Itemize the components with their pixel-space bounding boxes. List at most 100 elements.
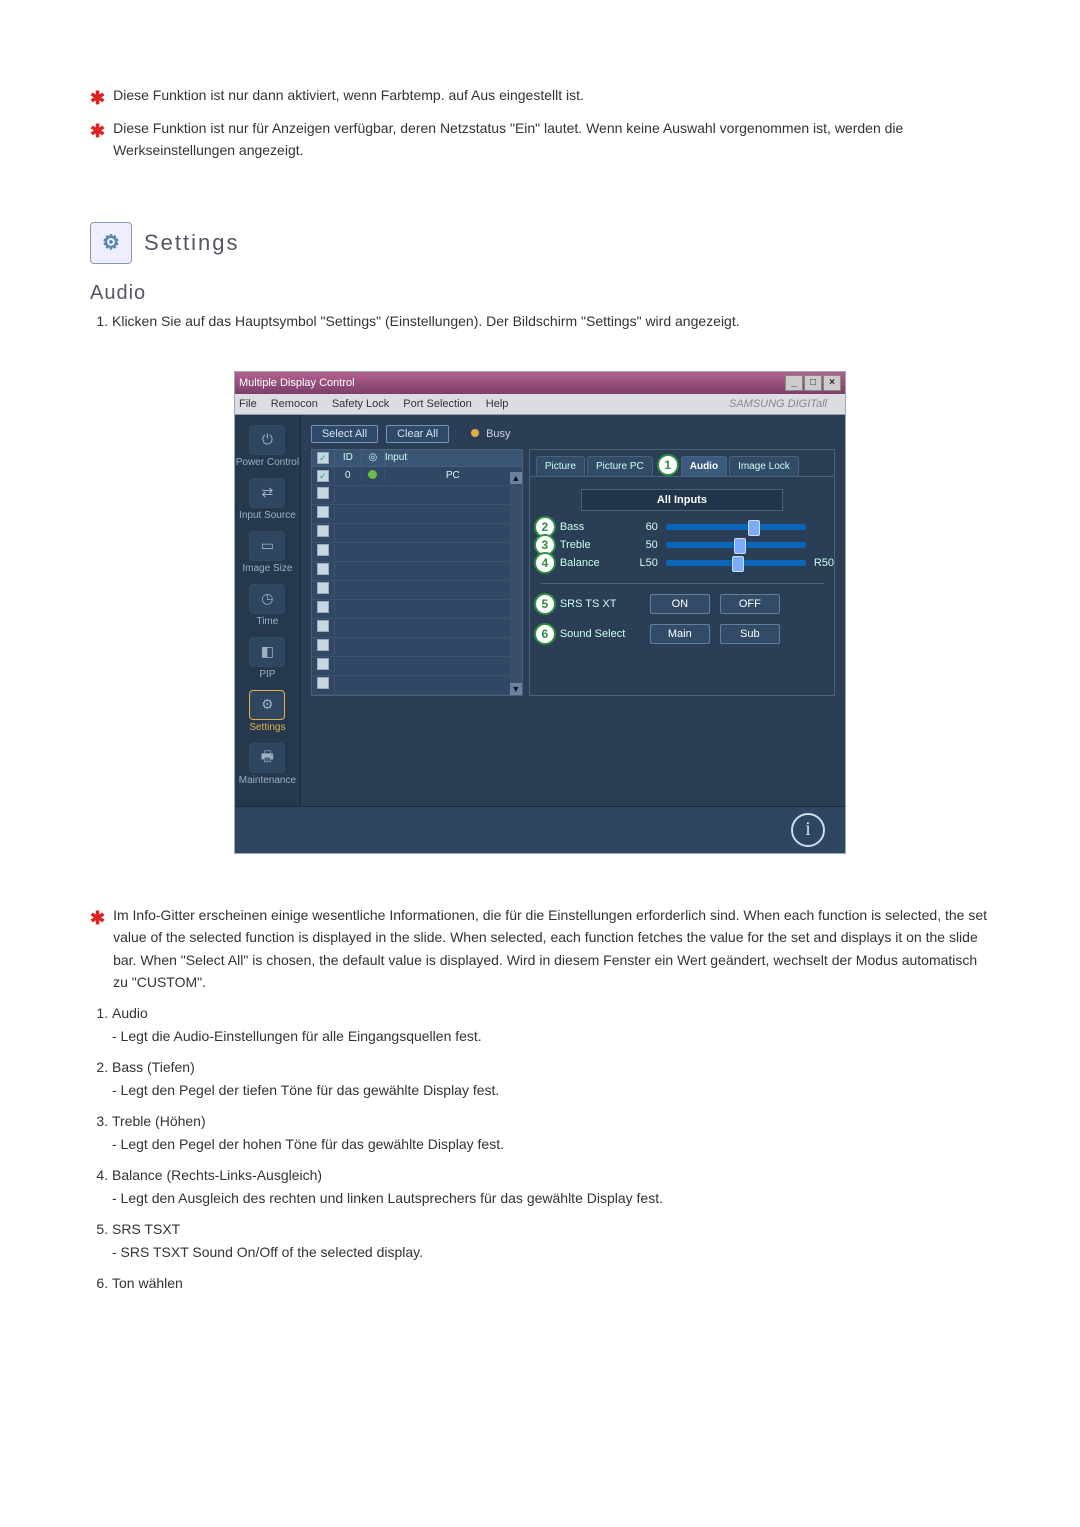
balance-value-left: L50 (632, 557, 658, 569)
tab-picture-pc[interactable]: Picture PC (587, 456, 653, 476)
row-checkbox[interactable] (317, 544, 329, 556)
busy-dot-icon (471, 429, 479, 437)
sidebar-item-settings[interactable]: ⚙ Settings (235, 690, 300, 733)
grid-head-input[interactable]: Input (385, 450, 408, 466)
explain-title: SRS TSXT (112, 1221, 180, 1237)
scroll-up-icon[interactable]: ▲ (510, 472, 522, 484)
slider-handle[interactable] (734, 538, 746, 554)
bass-label: Bass (560, 521, 624, 533)
srs-on-button[interactable]: ON (650, 594, 710, 614)
tab-audio[interactable]: Audio (681, 456, 727, 476)
sidebar-label-settings: Settings (249, 722, 285, 733)
pip-icon: ◧ (249, 637, 285, 667)
time-icon: ◷ (249, 584, 285, 614)
grid-row[interactable] (312, 657, 522, 676)
header-checkbox[interactable] (317, 452, 329, 464)
sidebar-item-image[interactable]: ▭ Image Size (235, 531, 300, 574)
sidebar-label-input: Input Source (239, 510, 296, 521)
sidebar-item-input[interactable]: ⇄ Input Source (235, 478, 300, 521)
callout-5: 5 (534, 593, 556, 615)
tab-row: Picture Picture PC 1 Audio Image Lock (530, 450, 834, 477)
row-checkbox[interactable] (317, 677, 329, 689)
grid-scrollbar[interactable]: ▲ ▼ (510, 472, 522, 695)
grid-row[interactable] (312, 600, 522, 619)
grid-row[interactable] (312, 619, 522, 638)
grid-row[interactable]: 0 PC (312, 467, 522, 486)
sound-sub-button[interactable]: Sub (720, 624, 780, 644)
sidebar: ⏻ Power Control ⇄ Input Source ▭ Image S… (235, 415, 301, 806)
sidebar-item-time[interactable]: ◷ Time (235, 584, 300, 627)
explain-title: Balance (Rechts-Links-Ausgleich) (112, 1167, 322, 1183)
menu-help[interactable]: Help (486, 398, 509, 410)
grid-head-status-icon: ◎ (362, 450, 385, 466)
clear-all-button[interactable]: Clear All (386, 425, 449, 443)
callout-4: 4 (534, 552, 556, 574)
slider-handle[interactable] (732, 556, 744, 572)
maximize-icon[interactable]: □ (804, 375, 822, 391)
input-icon: ⇄ (249, 478, 285, 508)
row-checkbox[interactable] (317, 658, 329, 670)
star-icon: ✱ (90, 904, 105, 933)
info-icon[interactable]: i (791, 813, 825, 847)
cell-input: PC (385, 470, 522, 481)
sidebar-item-pip[interactable]: ◧ PIP (235, 637, 300, 680)
explain-sub: - SRS TSXT Sound On/Off of the selected … (112, 1242, 990, 1263)
explain-item-6: Ton wählen (112, 1273, 990, 1294)
explain-item-5: SRS TSXT - SRS TSXT Sound On/Off of the … (112, 1219, 990, 1263)
sound-select-row: 6 Sound Select Main Sub (560, 624, 834, 644)
row-checkbox[interactable] (317, 563, 329, 575)
row-checkbox[interactable] (317, 639, 329, 651)
select-all-button[interactable]: Select All (311, 425, 378, 443)
grid-row[interactable] (312, 486, 522, 505)
all-inputs-label: All Inputs (581, 489, 783, 511)
row-checkbox[interactable] (317, 620, 329, 632)
row-checkbox[interactable] (317, 487, 329, 499)
treble-control: 3 Treble 50 (560, 539, 834, 551)
srs-off-button[interactable]: OFF (720, 594, 780, 614)
grid-row[interactable] (312, 543, 522, 562)
sidebar-item-maintenance[interactable]: 🖶 Maintenance (235, 743, 300, 786)
explain-list: Audio - Legt die Audio-Einstellungen für… (90, 1003, 990, 1294)
srs-row: 5 SRS TS XT ON OFF (560, 594, 834, 614)
busy-label: Busy (486, 428, 510, 440)
grid-head-id[interactable]: ID (335, 450, 362, 466)
row-checkbox[interactable] (317, 601, 329, 613)
explain-title: Treble (Höhen) (112, 1113, 206, 1129)
cell-id: 0 (335, 470, 362, 481)
grid-row[interactable] (312, 581, 522, 600)
menu-file[interactable]: File (239, 398, 257, 410)
bass-slider[interactable] (666, 524, 806, 530)
balance-slider[interactable] (666, 560, 806, 566)
close-icon[interactable]: × (823, 375, 841, 391)
grid-row[interactable] (312, 638, 522, 657)
bass-control: 2 Bass 60 (560, 521, 834, 533)
grid-row[interactable] (312, 676, 522, 695)
grid-row[interactable] (312, 562, 522, 581)
sound-main-button[interactable]: Main (650, 624, 710, 644)
treble-slider[interactable] (666, 542, 806, 548)
menu-remocon[interactable]: Remocon (271, 398, 318, 410)
explain-title: Audio (112, 1005, 148, 1021)
row-checkbox[interactable] (317, 582, 329, 594)
row-checkbox[interactable] (317, 506, 329, 518)
scroll-down-icon[interactable]: ▼ (510, 683, 522, 695)
scroll-thumb[interactable] (510, 484, 522, 683)
window-title: Multiple Display Control (239, 377, 785, 389)
row-checkbox[interactable] (317, 470, 329, 482)
row-checkbox[interactable] (317, 525, 329, 537)
grid-row[interactable] (312, 505, 522, 524)
sidebar-label-time: Time (256, 616, 278, 627)
slider-handle[interactable] (748, 520, 760, 536)
tab-image-lock[interactable]: Image Lock (729, 456, 799, 476)
sidebar-item-power[interactable]: ⏻ Power Control (235, 425, 300, 468)
grid-row[interactable] (312, 524, 522, 543)
star-icon: ✱ (90, 117, 105, 146)
tab-picture[interactable]: Picture (536, 456, 585, 476)
note-text-1: Diese Funktion ist nur dann aktiviert, w… (113, 84, 584, 106)
settings-icon: ⚙ (90, 222, 132, 264)
menu-safetylock[interactable]: Safety Lock (332, 398, 389, 410)
titlebar[interactable]: Multiple Display Control _ □ × (235, 372, 845, 394)
minimize-icon[interactable]: _ (785, 375, 803, 391)
device-grid: ID ◎ Input 0 PC (311, 449, 523, 696)
menu-portselection[interactable]: Port Selection (403, 398, 471, 410)
